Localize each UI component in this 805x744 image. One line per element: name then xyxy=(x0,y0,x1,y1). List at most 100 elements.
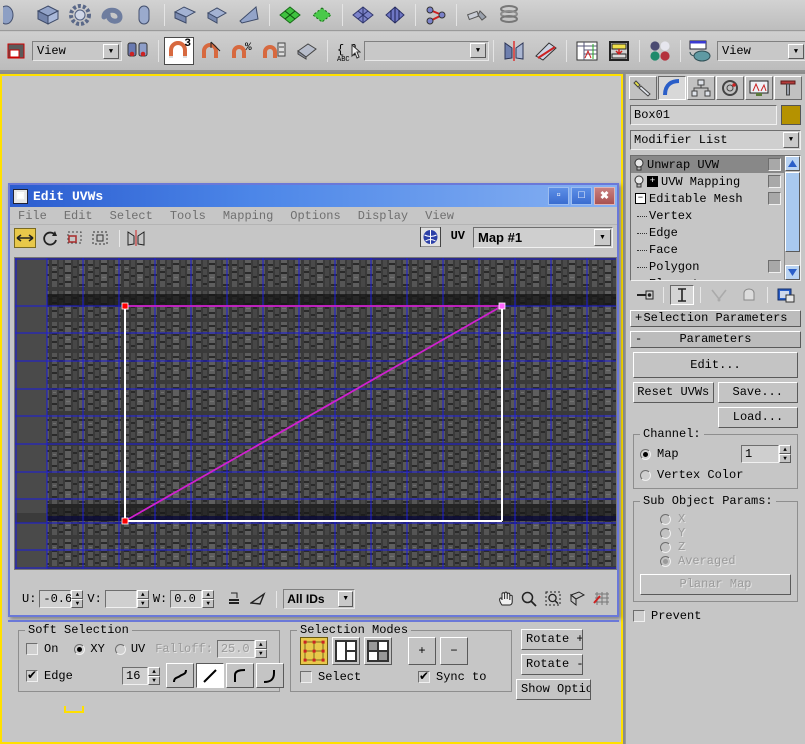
point-helper-icon[interactable] xyxy=(421,1,451,29)
sub-object-z-radio[interactable] xyxy=(660,541,671,553)
maximize-button[interactable]: □ xyxy=(571,187,592,205)
w-value[interactable]: 0.0 xyxy=(170,590,203,608)
stack-item-editable-mesh[interactable]: − Editable Mesh xyxy=(631,190,784,207)
rotate-tool-icon[interactable] xyxy=(39,228,61,248)
stack-scrollbar[interactable] xyxy=(784,156,800,280)
scroll-down-icon[interactable] xyxy=(785,265,800,280)
subtract-selection-button[interactable]: − xyxy=(440,637,468,665)
stack-item-checkbox[interactable] xyxy=(768,158,781,171)
light-bulb-icon[interactable] xyxy=(633,175,647,188)
edge-checkbox[interactable] xyxy=(26,668,38,683)
stack-item-element[interactable]: Element xyxy=(631,275,784,281)
spinner-down-icon[interactable]: ▼ xyxy=(779,454,791,463)
render-type-combo[interactable]: View ▼ xyxy=(717,41,805,61)
menu-display[interactable]: Display xyxy=(358,209,408,223)
menu-file[interactable]: File xyxy=(18,209,47,223)
stack-item-checkbox[interactable] xyxy=(768,260,781,273)
zoom-icon[interactable] xyxy=(519,590,539,609)
close-button[interactable]: ✖ xyxy=(594,187,615,205)
uv-canvas-graphics[interactable] xyxy=(15,258,617,570)
expand-plus-icon[interactable]: + xyxy=(647,176,658,187)
scrollbar-thumb[interactable] xyxy=(785,172,800,252)
show-end-result-icon[interactable] xyxy=(670,285,694,305)
soft-selection-on-checkbox[interactable] xyxy=(26,643,38,655)
menu-view[interactable]: View xyxy=(425,209,454,223)
edge-distance-spinner[interactable]: 16 ▲ ▼ xyxy=(122,666,160,685)
curve-linear-button[interactable] xyxy=(196,663,224,688)
rollout-parameters[interactable]: - Parameters xyxy=(630,331,801,348)
remove-modifier-icon[interactable] xyxy=(737,285,761,305)
create-tab[interactable] xyxy=(629,76,657,100)
load-button[interactable]: Load... xyxy=(718,407,798,428)
falloff-value[interactable]: 25.0 xyxy=(216,640,255,658)
capsule-icon[interactable] xyxy=(129,1,159,29)
zoom-extents-icon[interactable] xyxy=(567,590,587,609)
render-setup-icon[interactable] xyxy=(686,37,716,65)
snap-icon[interactable] xyxy=(591,590,611,609)
patch-quad-icon[interactable] xyxy=(307,1,337,29)
object-name-field[interactable]: Box01 xyxy=(630,105,777,125)
stack-item-polygon[interactable]: Polygon xyxy=(631,258,784,275)
lextrusion-icon[interactable] xyxy=(170,1,200,29)
freeform-tool-icon[interactable] xyxy=(89,228,111,248)
use-pivot-icon[interactable] xyxy=(123,37,153,65)
make-unique-icon[interactable] xyxy=(707,285,731,305)
stack-item-face[interactable]: Face xyxy=(631,241,784,258)
move-tool-icon[interactable] xyxy=(14,228,36,248)
pan-icon[interactable] xyxy=(495,590,515,609)
modify-tab[interactable] xyxy=(658,76,686,100)
patch-grid-icon[interactable] xyxy=(275,1,305,29)
spinner-down-icon[interactable]: ▼ xyxy=(136,599,149,608)
configure-sets-icon[interactable] xyxy=(774,285,798,305)
stack-item-edge[interactable]: Edge xyxy=(631,224,784,241)
select-object-icon[interactable] xyxy=(1,37,31,65)
soft-selection-xy-radio[interactable] xyxy=(74,643,86,655)
object-color-swatch[interactable] xyxy=(781,105,801,125)
channel-map-radio[interactable] xyxy=(640,448,651,460)
map-combo[interactable]: Map #1 ▼ xyxy=(473,227,613,248)
motion-tab[interactable] xyxy=(716,76,744,100)
mirror-tool-icon[interactable] xyxy=(125,228,147,248)
zoom-region-icon[interactable] xyxy=(543,590,563,609)
menu-tools[interactable]: Tools xyxy=(170,209,206,223)
geosphere-icon[interactable] xyxy=(1,1,31,29)
spinner-down-icon[interactable]: ▼ xyxy=(71,599,84,608)
cextrusion-icon[interactable] xyxy=(202,1,232,29)
chevron-down-icon[interactable]: ▼ xyxy=(788,44,804,59)
hierarchy-tab[interactable] xyxy=(687,76,715,100)
layer-manager-icon[interactable] xyxy=(572,37,602,65)
stack-item-uvw-mapping[interactable]: + UVW Mapping xyxy=(631,173,784,190)
named-selection-set-field[interactable]: ▼ xyxy=(364,41,489,61)
w-spinner[interactable]: 0.0 ▲ ▼ xyxy=(170,590,215,608)
align-icon[interactable] xyxy=(531,37,561,65)
dialog-title-bar[interactable]: ▣ Edit UVWs ▫ □ ✖ xyxy=(10,185,617,207)
scale-tool-icon[interactable] xyxy=(64,228,86,248)
spring-icon[interactable] xyxy=(494,1,524,29)
edge-mode-button[interactable] xyxy=(332,637,360,665)
light-bulb-icon[interactable] xyxy=(633,158,647,171)
rotate-plus-90-button[interactable]: Rotate +90 xyxy=(521,629,583,650)
edge-distance-value[interactable]: 16 xyxy=(122,666,148,685)
modifier-stack-list[interactable]: Unwrap UVW + UVW Mapping − Editable Mesh… xyxy=(631,156,784,280)
minimize-button[interactable]: ▫ xyxy=(548,187,569,205)
spinner-down-icon[interactable]: ▼ xyxy=(202,599,215,608)
snap-toggle-icon[interactable]: 3 xyxy=(164,37,194,65)
spinner-up-icon[interactable]: ▲ xyxy=(779,445,791,454)
edit-uvws-dialog[interactable]: ▣ Edit UVWs ▫ □ ✖ File Edit Select Tools… xyxy=(8,183,619,617)
spinner-up-icon[interactable]: ▲ xyxy=(71,590,84,599)
material-ids-combo[interactable]: All IDs ▼ xyxy=(283,589,356,609)
nurbs-surface-icon[interactable] xyxy=(348,1,378,29)
spinner-snap-icon[interactable] xyxy=(260,37,290,65)
stack-item-vertex[interactable]: Vertex xyxy=(631,207,784,224)
spinner-up-icon[interactable]: ▲ xyxy=(136,590,149,599)
uv-edit-canvas[interactable] xyxy=(14,257,617,570)
reference-coord-combo[interactable]: View ▼ xyxy=(32,41,122,61)
spinner-arrows[interactable]: ▲ ▼ xyxy=(136,590,149,608)
torusknot-icon[interactable] xyxy=(97,1,127,29)
v-spinner[interactable]: ▲ ▼ xyxy=(104,590,149,608)
chevron-down-icon[interactable]: ▼ xyxy=(470,43,486,58)
chevron-down-icon[interactable]: ▼ xyxy=(338,591,354,607)
display-tab[interactable] xyxy=(745,76,773,100)
menu-mapping[interactable]: Mapping xyxy=(223,209,273,223)
spinner-up-icon[interactable]: ▲ xyxy=(148,666,160,676)
